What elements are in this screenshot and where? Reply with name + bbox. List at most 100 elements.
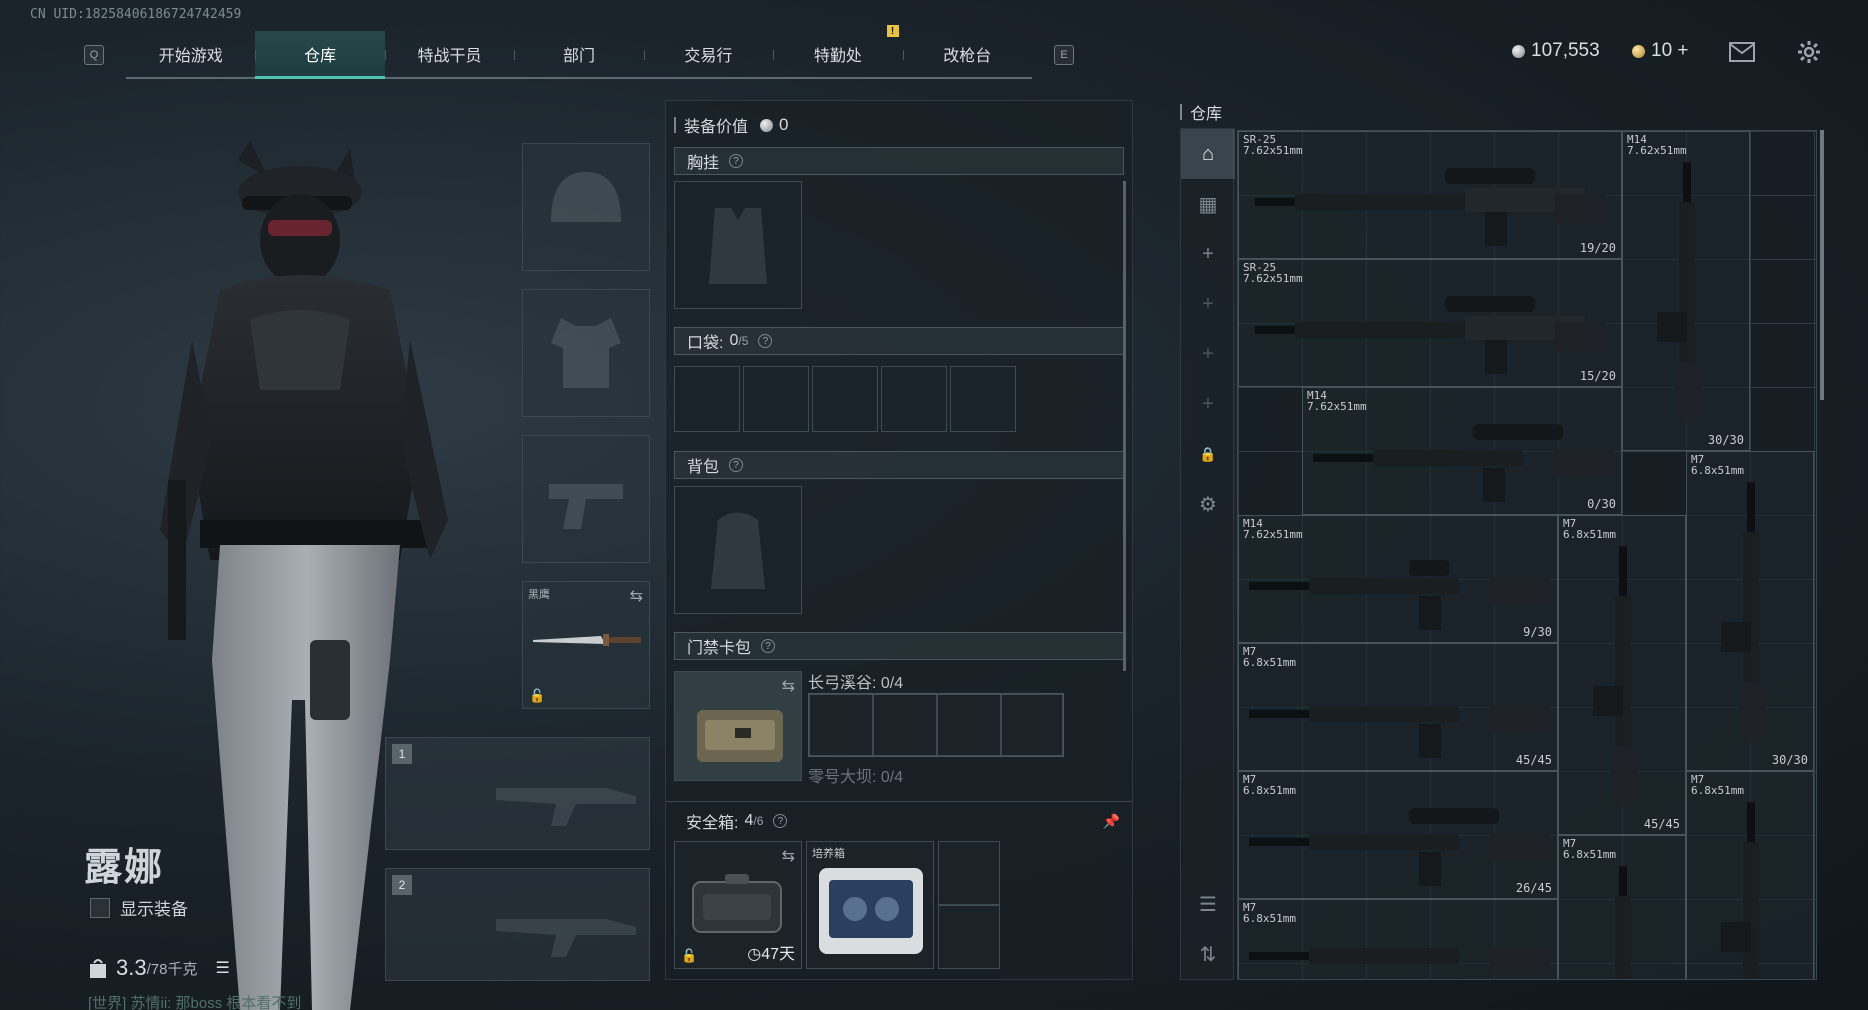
tab-gunsmith[interactable]: 改枪台 bbox=[902, 31, 1032, 77]
silver-currency[interactable]: 107,553 bbox=[1512, 40, 1600, 62]
primary-weapon-slot-2[interactable]: 2 bbox=[385, 868, 650, 981]
backpack-icon bbox=[711, 512, 765, 589]
show-equipment-checkbox[interactable] bbox=[90, 897, 110, 918]
warehouse-item[interactable]: SR-25 7.62x51mm 15/20 bbox=[1238, 259, 1622, 387]
keycard-case-slot[interactable]: ⇆ bbox=[674, 671, 802, 781]
rifle-icon bbox=[496, 919, 636, 957]
swap-icon[interactable]: ⇆ bbox=[782, 846, 795, 866]
tab-special-ops[interactable]: 特勤处! bbox=[773, 25, 902, 77]
warehouse-item[interactable]: M7 6.8x51mm bbox=[1686, 771, 1814, 979]
backpack-header: 背包 ? bbox=[674, 451, 1124, 479]
gold-currency[interactable]: 10 + bbox=[1632, 40, 1689, 62]
lock-icon[interactable]: 🔒 bbox=[1181, 429, 1235, 479]
next-tab-key[interactable]: E bbox=[1054, 45, 1074, 65]
storage-tab-icon[interactable]: ▦ bbox=[1181, 179, 1235, 229]
pistol-slot[interactable] bbox=[522, 435, 650, 563]
safe-box-slot[interactable]: ⇆ 🔓 ◷47天 bbox=[674, 841, 802, 969]
melee-slot[interactable]: 黑鹰 ⇆ 🔓 bbox=[522, 581, 650, 709]
top-navigation: Q 开始游戏 仓库 特战干员 部门 交易行 特勤处! 改枪台 E bbox=[84, 25, 1074, 80]
warehouse-item[interactable]: M7 6.8x51mm 30/30 bbox=[1686, 451, 1814, 771]
keycard-slot[interactable] bbox=[873, 694, 937, 756]
safe-box-header: 安全箱: 4 /6 ? 📌 bbox=[686, 812, 1120, 832]
help-icon[interactable]: ? bbox=[729, 154, 744, 168]
warehouse-item[interactable]: M7 6.8x51mm bbox=[1558, 835, 1686, 979]
tab-warehouse[interactable]: 仓库 bbox=[255, 31, 385, 79]
layers-icon[interactable]: ☰ bbox=[1181, 879, 1235, 929]
rifle-icon bbox=[1255, 168, 1605, 246]
armor-icon bbox=[551, 318, 621, 388]
help-icon[interactable]: ? bbox=[729, 458, 744, 472]
nav-tabs: 开始游戏 仓库 特战干员 部门 交易行 特勤处! 改枪台 bbox=[126, 25, 1032, 79]
rifle-icon bbox=[1249, 706, 1549, 758]
mail-icon[interactable] bbox=[1728, 38, 1756, 66]
safe-box-icon bbox=[692, 874, 782, 933]
pocket-slot[interactable] bbox=[881, 366, 947, 432]
pocket-slot[interactable] bbox=[950, 366, 1016, 432]
lock-icon: 🔓 bbox=[529, 688, 546, 703]
keycard-slot[interactable] bbox=[937, 694, 1001, 756]
chat-line[interactable]: [世界] 苏情ii: 那boss 根本看不到 bbox=[88, 992, 301, 1010]
chest-rig-header: 胸挂 ? bbox=[674, 147, 1124, 175]
add-storage-icon[interactable]: + bbox=[1181, 329, 1235, 379]
swap-icon[interactable]: ⇆ bbox=[782, 676, 795, 696]
rifle-icon bbox=[1721, 482, 1765, 742]
safe-box-empty-slot[interactable] bbox=[938, 841, 1000, 905]
warehouse-item[interactable]: M14 7.62x51mm 0/30 bbox=[1302, 387, 1622, 515]
armor-slot[interactable] bbox=[522, 289, 650, 417]
incubator-icon bbox=[819, 868, 923, 954]
tab-department[interactable]: 部门 bbox=[514, 31, 643, 77]
warehouse-item[interactable]: M14 7.62x51mm 30/30 bbox=[1622, 131, 1750, 451]
warehouse-scrollbar[interactable] bbox=[1820, 130, 1824, 400]
keycard-slot[interactable] bbox=[1001, 694, 1063, 756]
gear-icon[interactable]: ⚙ bbox=[1181, 479, 1235, 529]
tab-operators[interactable]: 特战干员 bbox=[384, 31, 514, 77]
pocket-slot[interactable] bbox=[743, 366, 809, 432]
lock-icon: 🔓 bbox=[681, 948, 698, 963]
add-storage-icon[interactable]: + bbox=[1181, 229, 1235, 279]
chest-rig-slot[interactable] bbox=[674, 181, 802, 309]
pockets-header: 口袋: 0 /5 ? bbox=[674, 327, 1124, 355]
equipment-scrollbar[interactable] bbox=[1123, 181, 1126, 671]
prev-tab-key[interactable]: Q bbox=[84, 45, 104, 65]
pocket-slot[interactable] bbox=[674, 366, 740, 432]
pocket-slot[interactable] bbox=[812, 366, 878, 432]
weight-details-icon[interactable]: ☰ bbox=[215, 958, 229, 978]
warehouse-item[interactable]: M7 6.8x51mm 26/45 bbox=[1238, 771, 1558, 899]
swap-icon[interactable]: ⇆ bbox=[630, 586, 643, 606]
warehouse-item[interactable]: M14 7.62x51mm 9/30 bbox=[1238, 515, 1558, 643]
warehouse-item[interactable]: M7 6.8x51mm 45/45 bbox=[1238, 643, 1558, 771]
show-equipment-toggle[interactable]: 显示装备 bbox=[90, 895, 188, 920]
help-icon[interactable]: ? bbox=[761, 639, 776, 653]
safe-box-empty-slot[interactable] bbox=[938, 905, 1000, 969]
help-icon[interactable]: ? bbox=[758, 334, 773, 348]
keycard-case-icon bbox=[697, 710, 783, 762]
tab-trade[interactable]: 交易行 bbox=[643, 31, 773, 77]
help-icon[interactable]: ? bbox=[773, 814, 788, 828]
silver-coin-icon bbox=[1512, 44, 1525, 58]
incubator-slot[interactable]: 培养箱 bbox=[806, 841, 934, 969]
add-storage-icon[interactable]: + bbox=[1181, 379, 1235, 429]
rifle-icon bbox=[1593, 546, 1637, 806]
rifle-icon bbox=[496, 788, 636, 826]
add-storage-icon[interactable]: + bbox=[1181, 279, 1235, 329]
keycard-slot[interactable] bbox=[809, 694, 873, 756]
warehouse-grid: SR-25 7.62x51mm 19/20 M14 7.62x51mm 30/30 … bbox=[1237, 130, 1817, 980]
keycard-slot-label-1: 长弓溪谷: 0/4 bbox=[808, 675, 904, 692]
sort-icon[interactable]: ⇅ bbox=[1181, 929, 1235, 979]
keycard-slot-label-2: 零号大坝: 0/4 bbox=[808, 769, 904, 786]
backpack-slot[interactable] bbox=[674, 486, 802, 614]
warehouse-item[interactable]: M7 6.8x51mm 45/45 bbox=[1558, 515, 1686, 835]
tab-start-game[interactable]: 开始游戏 bbox=[126, 31, 255, 77]
warehouse-home-icon[interactable]: ⌂ bbox=[1181, 129, 1235, 179]
equipment-panel: 装备价值 0 胸挂 ? 口袋: 0 /5 ? 背包 ? 门禁卡包 ? ⇆ 长弓溪… bbox=[665, 100, 1133, 980]
warehouse-item[interactable]: M7 6.8x51mm bbox=[1238, 899, 1558, 979]
primary-weapon-slot-1[interactable]: 1 bbox=[385, 737, 650, 850]
warehouse-sidebar: ⌂ ▦ + + + + 🔒 ⚙ ☰ ⇅ bbox=[1180, 128, 1235, 980]
gear-icon[interactable] bbox=[1795, 38, 1823, 66]
operator-name: 露娜 bbox=[84, 847, 165, 889]
helmet-slot[interactable] bbox=[522, 143, 650, 271]
warehouse-item[interactable]: SR-25 7.62x51mm 19/20 bbox=[1238, 131, 1622, 259]
pin-icon[interactable]: 📌 bbox=[1103, 813, 1120, 830]
rifle-icon bbox=[1249, 808, 1549, 886]
rifle-icon bbox=[1249, 560, 1549, 630]
